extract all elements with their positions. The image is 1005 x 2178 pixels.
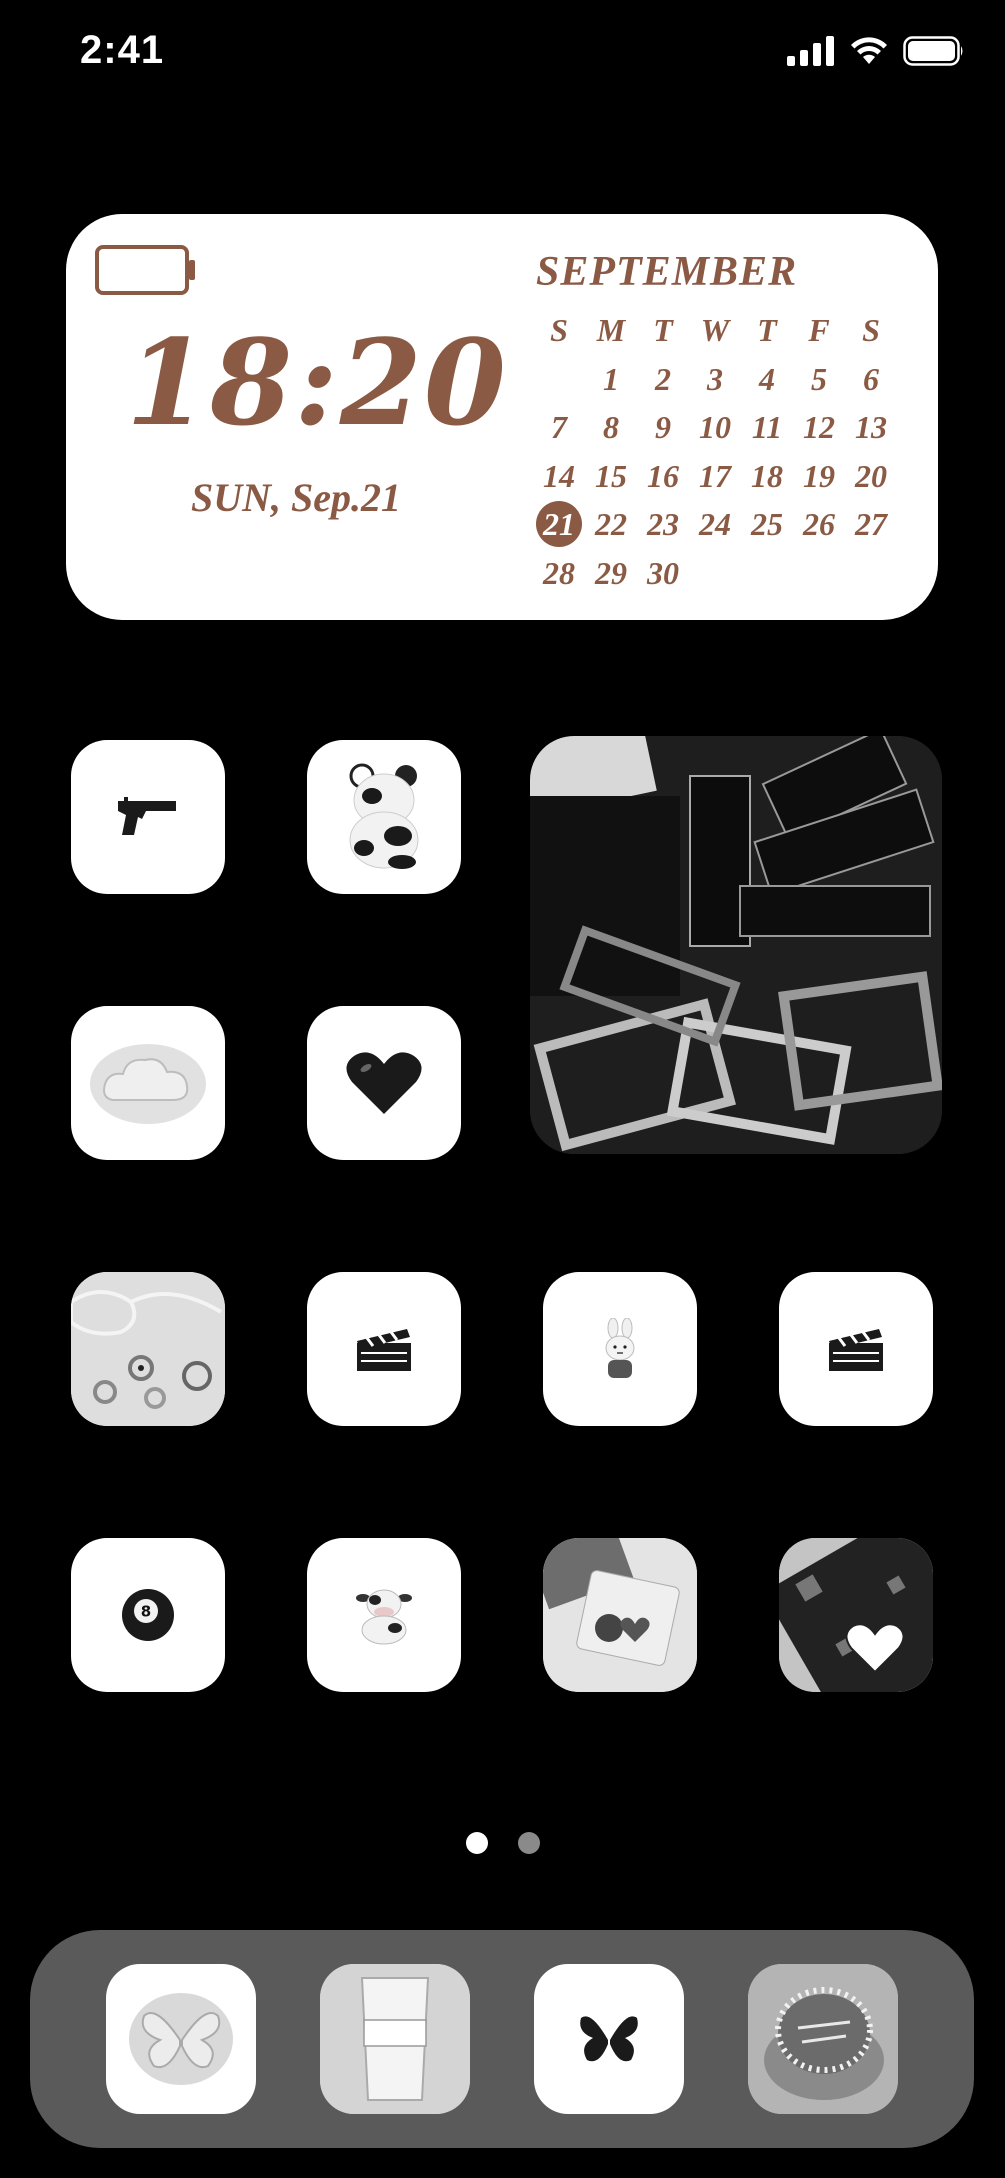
butterfly-glow-icon	[129, 1993, 233, 2085]
page-dot-2[interactable]	[517, 1832, 540, 1854]
cellular-signal-icon	[787, 36, 834, 66]
birthday-cake-icon	[748, 1964, 898, 2114]
app-glasses-rings[interactable]	[71, 1272, 225, 1426]
wifi-icon	[851, 37, 887, 64]
instax-photo-collage-widget	[530, 736, 942, 1154]
dock-app-milk-glass[interactable]	[320, 1964, 470, 2114]
battery-icon	[903, 36, 963, 66]
calendar-day: 10	[699, 409, 731, 446]
calendar-day: 15	[595, 457, 627, 494]
widget-date: SUN, Sep.21	[190, 475, 402, 520]
cow-figure-icon	[356, 1589, 412, 1645]
app-clapperboard-1[interactable]	[307, 1272, 461, 1426]
calendar-day: 14	[543, 457, 575, 494]
dock-app-birthday-cake[interactable]	[748, 1964, 898, 2114]
app-clapperboard-2[interactable]	[779, 1272, 933, 1426]
page-dot-1[interactable]	[465, 1832, 488, 1854]
app-cloud[interactable]	[71, 1006, 225, 1160]
calendar-month: SEPTEMBER	[536, 249, 798, 295]
pistol-icon	[118, 797, 176, 835]
calendar-day: 18	[751, 457, 783, 494]
calendar-weekday: W	[700, 312, 730, 349]
app-bunny[interactable]	[543, 1272, 697, 1426]
composition-notebook-icon	[779, 1538, 933, 1692]
calendar-day: 11	[751, 409, 783, 446]
battery-widget-icon	[95, 245, 195, 295]
calendar-day: 24	[699, 506, 731, 543]
calendar-weekday: T	[653, 312, 673, 349]
calendar-week-row: 28 29 30	[533, 549, 903, 598]
milk-glass-icon	[320, 1964, 470, 2114]
calendar-day: 25	[751, 506, 783, 543]
calendar-week-row: 14 15 16 17 18 19 20	[533, 452, 903, 501]
calendar-day: 16	[647, 457, 679, 494]
calendar-day: 26	[803, 506, 835, 543]
heart-icon	[346, 1052, 422, 1114]
calendar-day: 9	[655, 409, 671, 446]
app-cow-bear[interactable]	[307, 740, 461, 894]
calendar-day: 3	[707, 360, 723, 397]
clapperboard-icon	[829, 1329, 883, 1371]
calendar-day: 8	[603, 409, 619, 446]
app-cow[interactable]	[307, 1538, 461, 1692]
calendar-weekday: M	[596, 312, 626, 349]
calendar-day: 12	[803, 409, 835, 446]
calendar-day: 4	[759, 360, 775, 397]
calendar-day: 13	[855, 409, 887, 446]
cloud-icon	[90, 1044, 206, 1124]
calendar-weekday: S	[550, 312, 568, 349]
status-icons	[787, 36, 965, 66]
glasses-rings-photo-icon	[71, 1272, 225, 1426]
dock-app-butterfly-glow[interactable]	[106, 1964, 256, 2114]
calendar-week-row: 123456	[533, 355, 903, 404]
calendar-day: 22	[595, 506, 627, 543]
eight-ball-label: 8	[141, 1603, 151, 1621]
app-sticker-photo[interactable]	[543, 1538, 697, 1692]
calendar-day: 27	[855, 506, 887, 543]
calendar-day: 19	[803, 457, 835, 494]
app-notebook[interactable]	[779, 1538, 933, 1692]
calendar-day: 7	[551, 409, 567, 446]
calendar-day: 28	[543, 554, 575, 591]
calendar-day: 20	[855, 457, 887, 494]
calendar-weekday: F	[808, 312, 830, 349]
calendar-day: 1	[603, 360, 619, 397]
calendar-day-today: 21	[536, 501, 582, 548]
calendar-weekday: S	[862, 312, 880, 349]
calendar-day: 2	[655, 360, 671, 397]
calendar-week-row: 7 8 9 10 11 12 13	[533, 403, 903, 452]
calendar-week-row: 21 22 23 24 25 26 27	[533, 500, 903, 549]
calendar-day: 29	[595, 554, 627, 591]
calendar-weekday: T	[757, 312, 777, 349]
calendar-day: 6	[863, 360, 879, 397]
dock	[30, 1930, 974, 2148]
calendar-day: 5	[811, 360, 827, 397]
clock-calendar-widget[interactable]: 18:20 SUN, Sep.21 SEPTEMBER SMTWTFS12345…	[66, 214, 938, 620]
app-heart[interactable]	[307, 1006, 461, 1160]
calendar-day: 30	[647, 554, 679, 591]
calendar-day: 17	[699, 457, 731, 494]
status-time: 2:41	[80, 28, 165, 72]
sticker-photo-icon	[543, 1538, 697, 1692]
calendar-weekday-row: SMTWTFS	[533, 306, 903, 355]
app-pistol[interactable]	[71, 740, 225, 894]
clapperboard-icon	[357, 1329, 411, 1371]
calendar-day: 23	[647, 506, 679, 543]
app-eight-ball[interactable]: 8	[71, 1538, 225, 1692]
page-indicator[interactable]	[0, 1832, 1005, 1854]
eight-ball-icon: 8	[122, 1589, 174, 1641]
dock-app-butterfly[interactable]	[534, 1964, 684, 2114]
calendar-grid: S M T W T F S 1 2 3 4 5 6 7 8 9 10 11 12 13 14 15 16 17 18 19 20 21…	[533, 306, 903, 597]
bunny-figure-icon	[605, 1318, 635, 1378]
instax-photo-widget[interactable]	[530, 736, 942, 1154]
cow-bear-figure-icon	[349, 763, 419, 869]
butterfly-icon	[580, 2016, 638, 2062]
widget-time: 18:20	[126, 313, 508, 452]
